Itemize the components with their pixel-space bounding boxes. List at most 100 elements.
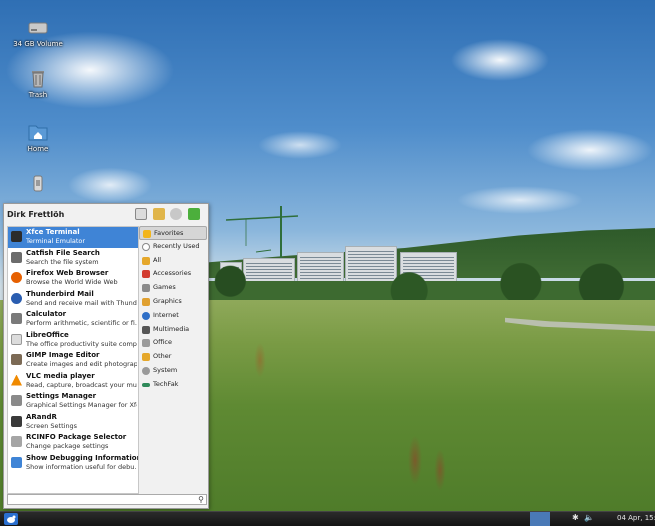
category-label: System: [153, 365, 178, 374]
app-description: Graphical Settings Manager for Xfc...: [26, 401, 137, 409]
category-system[interactable]: System: [139, 364, 207, 378]
desktop-icon-home[interactable]: Home: [8, 121, 68, 153]
app-item-libreoffice[interactable]: LibreOffice The office productivity suit…: [8, 330, 138, 351]
app-item-calculator[interactable]: Calculator Perform arithmetic, scientifi…: [8, 309, 138, 330]
app-description: Change package settings: [26, 442, 109, 450]
panel-clock[interactable]: 04 Apr, 15:07: [617, 514, 655, 522]
user-name: Dirk Frettlöh: [7, 210, 65, 219]
desktop-icon-label: Trash: [28, 91, 48, 99]
app-name: Catfish File Search: [26, 248, 100, 257]
globe-icon: [142, 311, 150, 320]
category-favorites[interactable]: Favorites: [139, 226, 207, 240]
package-icon: [11, 436, 22, 447]
bottom-panel: ✱ 🔈 04 Apr, 15:07: [0, 511, 655, 526]
category-techfak[interactable]: TechFak: [139, 378, 207, 392]
accessories-icon: [142, 270, 150, 279]
home-folder-icon: [28, 125, 48, 141]
firefox-icon: [11, 272, 22, 283]
app-name: Show Debugging Information: [26, 453, 139, 462]
multimedia-icon: [142, 325, 150, 334]
category-label: Office: [153, 338, 172, 347]
app-item-xfce-terminal[interactable]: Xfce Terminal Terminal Emulator: [8, 227, 138, 248]
folder-icon: [142, 256, 150, 265]
application-menu: Dirk Frettlöh Xfce Terminal Terminal Emu…: [3, 203, 209, 509]
category-accessories[interactable]: Accessories: [139, 267, 207, 281]
app-name: RCINFO Package Selector: [26, 433, 127, 441]
bluetooth-icon[interactable]: ✱: [572, 513, 579, 522]
debug-info-icon: [11, 456, 22, 468]
category-graphics[interactable]: Graphics: [139, 295, 207, 309]
whisker-menu-button[interactable]: [4, 513, 18, 525]
menu-search-field[interactable]: ⚲: [7, 494, 207, 505]
app-name: VLC media player: [26, 371, 95, 380]
app-name: Xfce Terminal: [26, 228, 80, 236]
app-description: Perform arithmetic, scientific or fi...: [26, 319, 137, 327]
category-games[interactable]: Games: [139, 281, 207, 295]
logout-icon[interactable]: [188, 208, 200, 220]
app-item-debug-info[interactable]: Show Debugging Information Show informat…: [8, 453, 138, 474]
desktop-icon-label: 34 GB Volume: [13, 40, 63, 48]
clock-icon: [142, 242, 150, 251]
thunderbird-icon: [11, 292, 22, 304]
app-item-thunderbird[interactable]: Thunderbird Mail Send and receive mail w…: [8, 289, 138, 310]
gimp-icon: [11, 354, 22, 365]
app-item-vlc[interactable]: VLC media player Read, capture, broadcas…: [8, 371, 138, 392]
app-description: Send and receive mail with Thund...: [26, 298, 137, 307]
app-name: ARandR: [26, 412, 57, 421]
switch-user-icon[interactable]: [170, 208, 182, 220]
category-list: Favorites Recently Used All Accessories …: [139, 226, 207, 492]
app-description: Search the file system: [26, 257, 99, 266]
lock-icon[interactable]: [153, 208, 165, 220]
app-name: Thunderbird Mail: [26, 289, 94, 298]
menu-header: Dirk Frettlöh: [4, 204, 208, 226]
calculator-icon: [11, 313, 22, 324]
app-description: The office productivity suite comp...: [26, 339, 137, 348]
category-label: Other: [153, 352, 172, 361]
desktop-icon-label: Home: [27, 145, 49, 153]
category-internet[interactable]: Internet: [139, 309, 207, 323]
workspace-switcher[interactable]: [530, 512, 550, 526]
games-icon: [142, 284, 150, 293]
app-item-arandr[interactable]: ARandR Screen Settings: [8, 412, 138, 433]
file-search-icon: [11, 251, 22, 263]
settings-manager-icon: [11, 395, 22, 406]
category-other[interactable]: Other: [139, 350, 207, 364]
app-item-firefox[interactable]: Firefox Web Browser Browse the World Wid…: [8, 268, 138, 289]
terminal-icon: [11, 231, 22, 242]
category-all[interactable]: All: [139, 254, 207, 268]
settings-icon[interactable]: [135, 208, 147, 220]
desktop-icon-volume[interactable]: 34 GB Volume: [8, 16, 68, 48]
category-label: Accessories: [153, 269, 192, 278]
app-description: Screen Settings: [26, 421, 78, 430]
app-description: Read, capture, broadcast your mu...: [26, 380, 137, 389]
category-label: All: [153, 255, 162, 264]
app-name: Settings Manager: [26, 392, 97, 400]
app-item-gimp[interactable]: GIMP Image Editor Create images and edit…: [8, 350, 138, 371]
category-recently-used[interactable]: Recently Used: [139, 240, 207, 254]
app-item-catfish[interactable]: Catfish File Search Search the file syst…: [8, 248, 138, 269]
search-icon: ⚲: [198, 495, 204, 504]
app-item-settings-manager[interactable]: Settings Manager Graphical Settings Mana…: [8, 391, 138, 412]
category-multimedia[interactable]: Multimedia: [139, 323, 207, 337]
volume-icon[interactable]: 🔈: [584, 513, 594, 522]
display-icon: [11, 415, 22, 427]
star-icon: [143, 230, 151, 238]
app-name: Calculator: [26, 310, 67, 318]
category-label: TechFak: [153, 379, 179, 388]
app-description: Show information useful for debu...: [26, 462, 137, 471]
app-description: Terminal Emulator: [26, 237, 86, 245]
vlc-icon: [11, 374, 22, 386]
usb-drive-icon: [33, 175, 43, 192]
category-office[interactable]: Office: [139, 336, 207, 350]
app-name: Firefox Web Browser: [26, 269, 109, 277]
system-icon: [142, 366, 150, 375]
favorites-app-list: Xfce Terminal Terminal Emulator Catfish …: [7, 226, 139, 494]
category-label: Recently Used: [153, 241, 200, 250]
category-label: Games: [153, 283, 176, 292]
category-label: Graphics: [153, 296, 182, 305]
category-label: Multimedia: [153, 324, 190, 333]
app-description: Create images and edit photograp...: [26, 360, 137, 368]
desktop-icon-trash[interactable]: Trash: [8, 67, 68, 99]
app-item-rcinfo[interactable]: RCINFO Package Selector Change package s…: [8, 432, 138, 453]
desktop-icon-usb[interactable]: [8, 172, 68, 196]
